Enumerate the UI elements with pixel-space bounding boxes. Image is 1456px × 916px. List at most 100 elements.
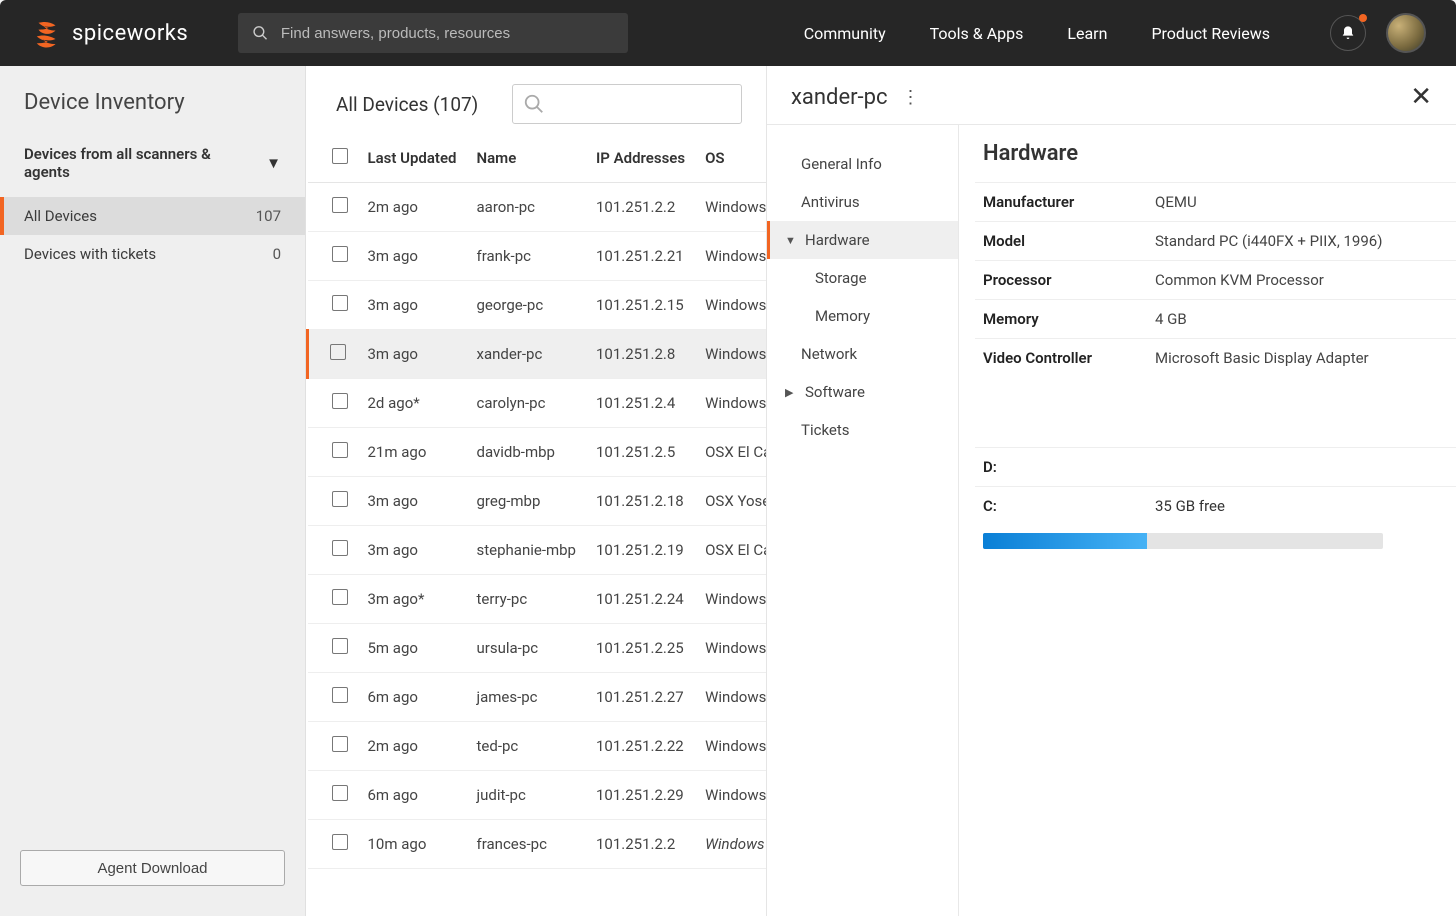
detail-nav-label: Hardware <box>805 231 870 249</box>
cell-ip: 101.251.2.25 <box>586 624 695 673</box>
column-header[interactable]: OS <box>695 134 766 183</box>
detail-nav-label: Antivirus <box>801 193 860 211</box>
detail-menu-button[interactable]: ⋮ <box>902 87 920 108</box>
column-header[interactable]: Name <box>467 134 586 183</box>
row-checkbox[interactable] <box>332 785 348 801</box>
row-checkbox[interactable] <box>332 197 348 213</box>
device-row[interactable]: 2d ago* carolyn-pc 101.251.2.4 Windows 7… <box>308 379 767 428</box>
cell-name: terry-pc <box>467 575 586 624</box>
cell-ip: 101.251.2.2 <box>586 820 695 869</box>
detail-nav-item[interactable]: Tickets <box>767 411 958 449</box>
row-checkbox[interactable] <box>332 540 348 556</box>
cell-name: frances-pc <box>467 820 586 869</box>
cell-updated: 3m ago <box>358 330 467 379</box>
property-value: Microsoft Basic Display Adapter <box>1155 349 1369 367</box>
close-detail-button[interactable]: ✕ <box>1410 84 1432 110</box>
caret-down-icon: ▼ <box>785 234 795 247</box>
cell-updated: 2m ago <box>358 722 467 771</box>
row-checkbox[interactable] <box>332 589 348 605</box>
cell-os: Windows 7 Pr <box>695 281 766 330</box>
device-row[interactable]: 3m ago george-pc 101.251.2.15 Windows 7 … <box>308 281 767 330</box>
nav-tools[interactable]: Tools & Apps <box>930 24 1024 43</box>
detail-nav-item[interactable]: ▶Software <box>767 373 958 411</box>
device-row[interactable]: 3m ago stephanie-mbp 101.251.2.19 OSX El… <box>308 526 767 575</box>
cell-name: carolyn-pc <box>467 379 586 428</box>
cell-os: Windows 7 Pr <box>695 771 766 820</box>
nav-reviews[interactable]: Product Reviews <box>1151 24 1270 43</box>
disk-row: C:35 GB free <box>975 486 1456 525</box>
notifications-button[interactable] <box>1330 15 1366 51</box>
detail-nav-label: General Info <box>801 155 882 173</box>
cell-updated: 2m ago <box>358 183 467 232</box>
device-row[interactable]: 10m ago frances-pc 101.251.2.2 Windows 7… <box>308 820 767 869</box>
filter-item[interactable]: Devices with tickets0 <box>0 235 305 273</box>
device-row[interactable]: 3m ago greg-mbp 101.251.2.18 OSX Yosemit… <box>308 477 767 526</box>
cell-name: greg-mbp <box>467 477 586 526</box>
detail-nav-item[interactable]: General Info <box>767 145 958 183</box>
nav-learn[interactable]: Learn <box>1067 24 1107 43</box>
caret-right-icon: ▶ <box>785 386 795 399</box>
detail-nav-label: Storage <box>815 269 867 287</box>
bell-icon <box>1340 25 1356 41</box>
detail-nav-item[interactable]: ▼ Hardware <box>767 221 958 259</box>
global-search-input[interactable] <box>281 25 614 42</box>
device-row[interactable]: 6m ago judit-pc 101.251.2.29 Windows 7 P… <box>308 771 767 820</box>
row-checkbox[interactable] <box>332 393 348 409</box>
disk-section: D:C:35 GB free <box>975 447 1456 549</box>
select-all-checkbox[interactable] <box>332 148 348 164</box>
cell-updated: 3m ago <box>358 281 467 330</box>
agent-download-button[interactable]: Agent Download <box>20 850 285 886</box>
row-checkbox[interactable] <box>330 344 346 360</box>
device-row[interactable]: 5m ago ursula-pc 101.251.2.25 Windows 7 … <box>308 624 767 673</box>
device-list-header: All Devices (107) <box>306 66 766 134</box>
scope-label: Devices from all scanners & agents <box>24 145 254 181</box>
global-search[interactable] <box>238 13 628 53</box>
cell-updated: 3m ago <box>358 232 467 281</box>
cell-os: OSX El Capita <box>695 526 766 575</box>
cell-os: OSX El Capita <box>695 428 766 477</box>
cell-os: Windows 7 U <box>695 575 766 624</box>
device-row[interactable]: 3m ago frank-pc 101.251.2.21 Windows 7 P… <box>308 232 767 281</box>
device-search[interactable] <box>512 84 742 124</box>
cell-name: ted-pc <box>467 722 586 771</box>
cell-name: xander-pc <box>467 330 586 379</box>
device-row[interactable]: 3m ago* terry-pc 101.251.2.24 Windows 7 … <box>308 575 767 624</box>
row-checkbox[interactable] <box>332 834 348 850</box>
cell-name: judit-pc <box>467 771 586 820</box>
disk-usage-bar <box>983 533 1383 549</box>
cell-os: Windows 7 Pr <box>695 820 766 869</box>
column-header[interactable]: Last Updated <box>358 134 467 183</box>
cell-ip: 101.251.2.2 <box>586 183 695 232</box>
detail-section-title: Hardware <box>975 141 1456 182</box>
row-checkbox[interactable] <box>332 687 348 703</box>
device-row[interactable]: 3m ago xander-pc 101.251.2.8 Windows 7 P… <box>308 330 767 379</box>
device-row[interactable]: 2m ago aaron-pc 101.251.2.2 Windows 8 Pr <box>308 183 767 232</box>
column-header[interactable]: IP Addresses <box>586 134 695 183</box>
row-checkbox[interactable] <box>332 638 348 654</box>
row-checkbox[interactable] <box>332 491 348 507</box>
disk-usage-fill <box>983 533 1147 549</box>
cell-name: ursula-pc <box>467 624 586 673</box>
device-row[interactable]: 6m ago james-pc 101.251.2.27 Windows 7 P… <box>308 673 767 722</box>
row-checkbox[interactable] <box>332 246 348 262</box>
detail-nav-item[interactable]: Network <box>767 335 958 373</box>
detail-nav-item[interactable]: Storage <box>767 259 958 297</box>
filter-count: 107 <box>256 207 281 225</box>
detail-nav-item[interactable]: Antivirus <box>767 183 958 221</box>
row-checkbox[interactable] <box>332 442 348 458</box>
property-row: ManufacturerQEMU <box>975 182 1456 221</box>
row-checkbox[interactable] <box>332 736 348 752</box>
cell-os: Windows 8 Pr <box>695 183 766 232</box>
detail-nav: General Info Antivirus ▼ Hardware Storage Mem… <box>767 125 959 916</box>
filter-item[interactable]: All Devices107 <box>0 197 305 235</box>
detail-nav-item[interactable]: Memory <box>767 297 958 335</box>
user-avatar[interactable] <box>1386 13 1426 53</box>
scope-selector[interactable]: Devices from all scanners & agents ▼ <box>0 135 305 197</box>
row-checkbox[interactable] <box>332 295 348 311</box>
device-row[interactable]: 2m ago ted-pc 101.251.2.22 Windows 7 Pr <box>308 722 767 771</box>
device-table-header: Last UpdatedNameIP AddressesOS <box>308 134 767 183</box>
nav-community[interactable]: Community <box>804 24 886 43</box>
device-row[interactable]: 21m ago davidb-mbp 101.251.2.5 OSX El Ca… <box>308 428 767 477</box>
brand-logo[interactable]: spiceworks <box>30 16 188 50</box>
cell-ip: 101.251.2.22 <box>586 722 695 771</box>
